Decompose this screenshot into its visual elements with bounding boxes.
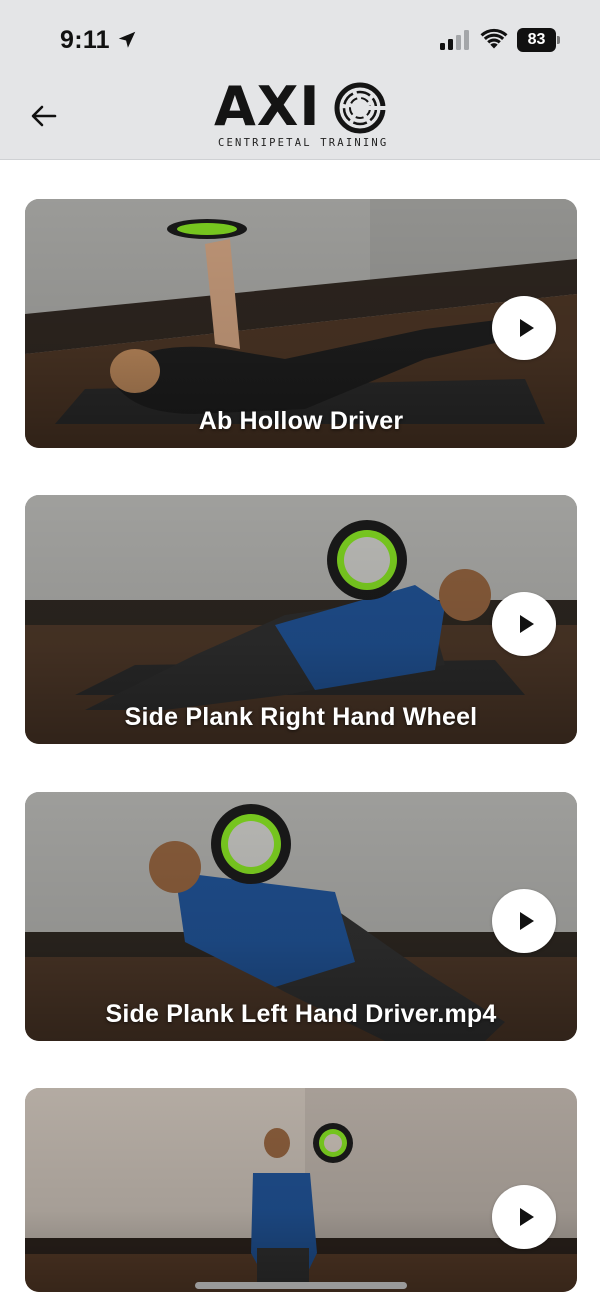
location-arrow-icon bbox=[118, 31, 136, 48]
play-icon bbox=[520, 912, 534, 930]
video-card-ab-hollow-driver[interactable]: Ab Hollow Driver bbox=[25, 199, 577, 448]
play-icon bbox=[520, 615, 534, 633]
back-arrow-icon[interactable] bbox=[28, 100, 60, 132]
thumbnail-overlay bbox=[25, 1088, 577, 1292]
video-title: Ab Hollow Driver bbox=[198, 407, 404, 435]
logo-tagline: CENTRIPETAL TRAINING bbox=[218, 137, 389, 149]
home-indicator[interactable] bbox=[195, 1282, 407, 1289]
play-icon bbox=[520, 319, 534, 337]
video-title: Side Plank Right Hand Wheel bbox=[124, 703, 478, 731]
axio-logo: AXI CENTRIPETAL TRAINING bbox=[214, 80, 390, 152]
play-button[interactable] bbox=[492, 1185, 556, 1249]
battery-icon: 83 bbox=[517, 28, 561, 52]
play-button[interactable] bbox=[492, 889, 556, 953]
header-bar: 9:11 83 AXI CENTRIPETAL TRAINING bbox=[0, 0, 600, 160]
battery-level: 83 bbox=[517, 28, 556, 52]
cellular-signal-icon bbox=[440, 30, 469, 50]
video-card-4[interactable] bbox=[25, 1088, 577, 1292]
battery-tip bbox=[557, 36, 560, 44]
logo-ring-icon bbox=[334, 82, 386, 134]
play-button[interactable] bbox=[492, 592, 556, 656]
video-title: Side Plank Left Hand Driver.mp4 bbox=[105, 1000, 497, 1028]
play-icon bbox=[520, 1208, 534, 1226]
video-card-side-plank-left[interactable]: Side Plank Left Hand Driver.mp4 bbox=[25, 792, 577, 1041]
play-button[interactable] bbox=[492, 296, 556, 360]
wifi-icon bbox=[480, 28, 508, 49]
status-time: 9:11 bbox=[60, 26, 110, 54]
logo-wordmark: AXI bbox=[214, 75, 321, 138]
video-card-side-plank-right[interactable]: Side Plank Right Hand Wheel bbox=[25, 495, 577, 744]
